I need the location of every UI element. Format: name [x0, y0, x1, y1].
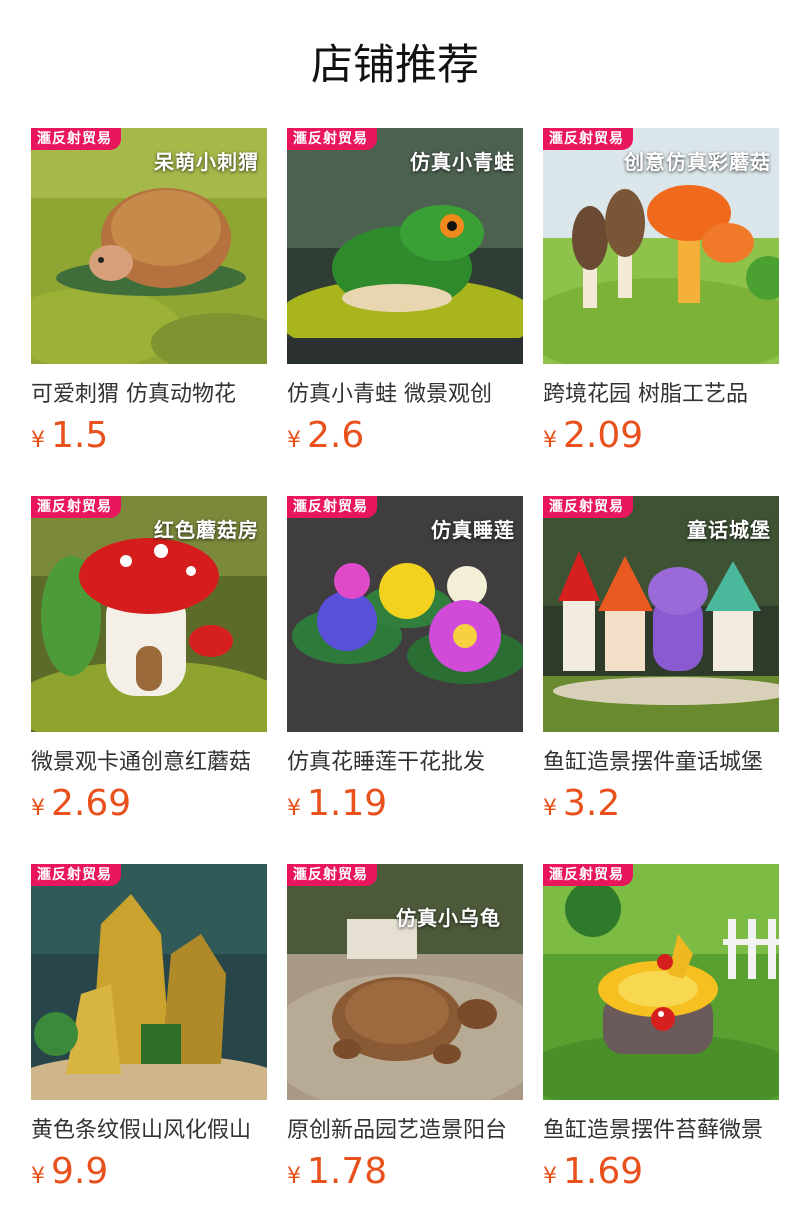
product-name[interactable]: 可爱刺猬 仿真动物花 [31, 378, 267, 412]
product-image-mushrooms[interactable]: 滙反射贸易 创意仿真彩蘑菇 [543, 128, 779, 364]
currency-symbol: ¥ [287, 1164, 301, 1189]
product-price: ¥2.6 [287, 416, 364, 456]
currency-symbol: ¥ [31, 428, 45, 453]
currency-symbol: ¥ [543, 428, 557, 453]
price-amount: 9.9 [51, 1151, 109, 1192]
seller-tag: 滙反射贸易 [31, 496, 121, 518]
product-card[interactable]: 滙反射贸易 仿真睡莲 仿真花睡莲干花批发 ¥1.19 [287, 496, 523, 826]
product-card[interactable]: 滙反射贸易 红色蘑菇房 微景观卡通创意红蘑菇 ¥2.69 [31, 496, 267, 826]
product-name[interactable]: 微景观卡通创意红蘑菇 [31, 746, 267, 780]
price-amount: 2.69 [51, 783, 132, 824]
image-overlay-label: 仿真小青蛙 [410, 150, 515, 174]
product-price: ¥1.69 [543, 1152, 643, 1192]
price-amount: 1.5 [51, 415, 109, 456]
image-overlay-label: 红色蘑菇房 [154, 518, 259, 542]
product-name[interactable]: 仿真小青蛙 微景观创 [287, 378, 523, 412]
seller-tag: 滙反射贸易 [31, 128, 121, 150]
product-card[interactable]: 滙反射贸易 仿真小青蛙 仿真小青蛙 微景观创 ¥2.6 [287, 128, 523, 458]
price-amount: 1.19 [307, 783, 388, 824]
currency-symbol: ¥ [287, 428, 301, 453]
seller-tag: 滙反射贸易 [31, 864, 121, 886]
seller-tag: 滙反射贸易 [543, 496, 633, 518]
product-price: ¥2.69 [31, 784, 131, 824]
product-image-fairy-castle[interactable]: 滙反射贸易 童话城堡 [543, 496, 779, 732]
image-overlay-label: 创意仿真彩蘑菇 [624, 150, 771, 174]
price-amount: 1.78 [307, 1151, 388, 1192]
product-card[interactable]: 滙反射贸易 童话城堡 鱼缸造景摆件童话城堡 ¥3.2 [543, 496, 779, 826]
currency-symbol: ¥ [543, 796, 557, 821]
product-price: ¥1.5 [31, 416, 108, 456]
product-card[interactable]: 滙反射贸易 创意仿真彩蘑菇 跨境花园 树脂工艺品 ¥2.09 [543, 128, 779, 458]
image-overlay-label: 仿真睡莲 [431, 518, 515, 542]
product-price: ¥9.9 [31, 1152, 108, 1192]
product-card[interactable]: 滙反射贸易 呆萌小刺猬 可爱刺猬 仿真动物花 ¥1.5 [31, 128, 267, 458]
product-image-tree-stump[interactable]: 滙反射贸易 [543, 864, 779, 1100]
product-image-frog[interactable]: 滙反射贸易 仿真小青蛙 [287, 128, 523, 364]
product-image-hedgehog[interactable]: 滙反射贸易 呆萌小刺猬 [31, 128, 267, 364]
price-amount: 3.2 [563, 783, 621, 824]
currency-symbol: ¥ [31, 796, 45, 821]
currency-symbol: ¥ [31, 1164, 45, 1189]
price-amount: 2.6 [307, 415, 365, 456]
currency-symbol: ¥ [543, 1164, 557, 1189]
product-price: ¥1.19 [287, 784, 387, 824]
product-card[interactable]: 滙反射贸易 仿真小乌龟 原创新品园艺造景阳台 ¥1.78 [287, 864, 523, 1194]
product-price: ¥1.78 [287, 1152, 387, 1192]
seller-tag: 滙反射贸易 [287, 128, 377, 150]
image-overlay-label: 仿真小乌龟 [396, 906, 501, 930]
product-name[interactable]: 鱼缸造景摆件童话城堡 [543, 746, 779, 780]
product-name[interactable]: 鱼缸造景摆件苔藓微景 [543, 1114, 779, 1148]
product-price: ¥3.2 [543, 784, 620, 824]
product-card[interactable]: 滙反射贸易 黄色条纹假山风化假山 ¥9.9 [31, 864, 267, 1194]
image-overlay-label: 童话城堡 [687, 518, 771, 542]
product-image-mushroom-house[interactable]: 滙反射贸易 红色蘑菇房 [31, 496, 267, 732]
product-name[interactable]: 跨境花园 树脂工艺品 [543, 378, 779, 412]
product-image-rockery[interactable]: 滙反射贸易 [31, 864, 267, 1100]
seller-tag: 滙反射贸易 [543, 128, 633, 150]
image-overlay-label: 呆萌小刺猬 [154, 150, 259, 174]
product-price: ¥2.09 [543, 416, 643, 456]
product-image-turtle[interactable]: 滙反射贸易 仿真小乌龟 [287, 864, 523, 1100]
product-card[interactable]: 滙反射贸易 鱼缸造景摆件苔藓微景 ¥1.69 [543, 864, 779, 1194]
seller-tag: 滙反射贸易 [543, 864, 633, 886]
product-name[interactable]: 原创新品园艺造景阳台 [287, 1114, 523, 1148]
price-amount: 2.09 [563, 415, 644, 456]
seller-tag: 滙反射贸易 [287, 864, 377, 886]
product-name[interactable]: 仿真花睡莲干花批发 [287, 746, 523, 780]
currency-symbol: ¥ [287, 796, 301, 821]
seller-tag: 滙反射贸易 [287, 496, 377, 518]
price-amount: 1.69 [563, 1151, 644, 1192]
product-grid: 滙反射贸易 呆萌小刺猬 可爱刺猬 仿真动物花 ¥1.5 滙反射贸易 仿真小青蛙 [0, 0, 790, 1232]
product-image-water-lilies[interactable]: 滙反射贸易 仿真睡莲 [287, 496, 523, 732]
product-name[interactable]: 黄色条纹假山风化假山 [31, 1114, 267, 1148]
